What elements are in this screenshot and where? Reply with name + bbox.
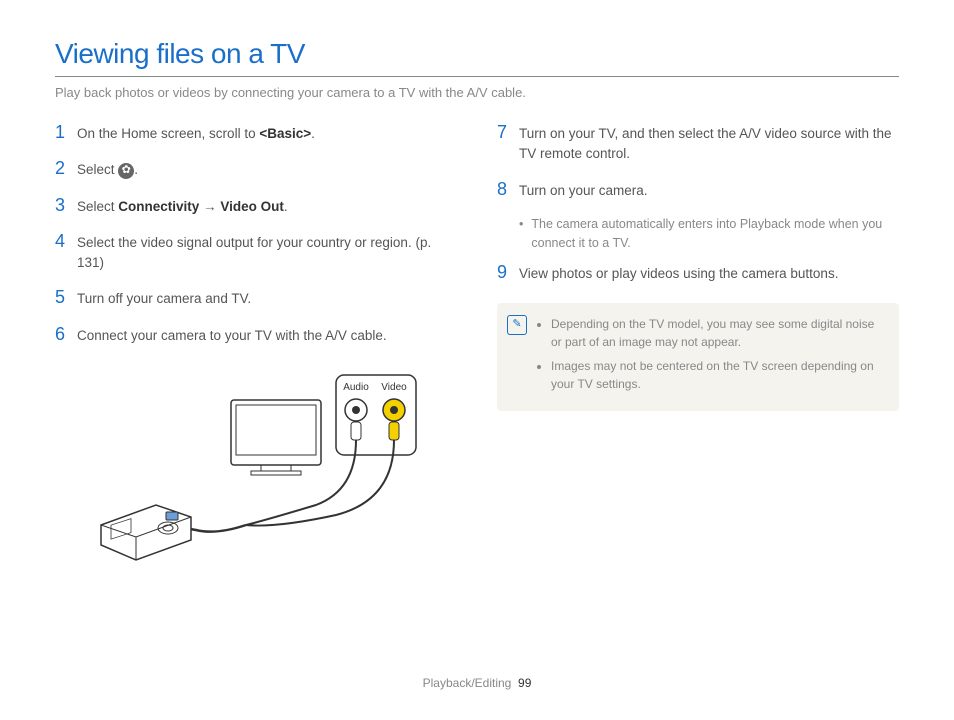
step-text: Select Connectivity → Video Out. — [77, 195, 457, 217]
step-text: On the Home screen, scroll to <Basic>. — [77, 122, 457, 144]
title-underline — [55, 76, 899, 77]
step-1: 1 On the Home screen, scroll to <Basic>. — [55, 122, 457, 144]
step-6: 6 Connect your camera to your TV with th… — [55, 324, 457, 346]
step-3: 3 Select Connectivity → Video Out. — [55, 195, 457, 217]
step-text: Turn off your camera and TV. — [77, 287, 457, 309]
note-item: Images may not be centered on the TV scr… — [551, 357, 885, 393]
right-column: 7 Turn on your TV, and then select the A… — [497, 122, 899, 596]
step-5: 5 Turn off your camera and TV. — [55, 287, 457, 309]
step-text: Turn on your TV, and then select the A/V… — [519, 122, 899, 165]
page-subtitle: Play back photos or videos by connecting… — [55, 85, 899, 100]
step-9: 9 View photos or play videos using the c… — [497, 262, 899, 284]
page-title: Viewing files on a TV — [55, 38, 899, 70]
left-column: 1 On the Home screen, scroll to <Basic>.… — [55, 122, 457, 596]
step-text: Select the video signal output for your … — [77, 231, 457, 274]
step-number: 9 — [497, 262, 519, 284]
step-number: 2 — [55, 158, 77, 180]
step-number: 1 — [55, 122, 77, 144]
step-8: 8 Turn on your camera. — [497, 179, 899, 201]
note-item: Depending on the TV model, you may see s… — [551, 315, 885, 351]
step-number: 5 — [55, 287, 77, 309]
step-number: 8 — [497, 179, 519, 201]
step-2: 2 Select . — [55, 158, 457, 180]
step-7: 7 Turn on your TV, and then select the A… — [497, 122, 899, 165]
step-text: View photos or play videos using the cam… — [519, 262, 899, 284]
step-text: Select . — [77, 158, 457, 180]
step-text: Connect your camera to your TV with the … — [77, 324, 457, 346]
note-icon: ✎ — [507, 315, 527, 335]
video-label: Video — [381, 382, 407, 393]
footer-section: Playback/Editing — [423, 676, 512, 690]
note-box: ✎ Depending on the TV model, you may see… — [497, 303, 899, 411]
step-number: 4 — [55, 231, 77, 274]
audio-label: Audio — [343, 382, 369, 393]
step-number: 7 — [497, 122, 519, 165]
step-number: 3 — [55, 195, 77, 217]
footer-page-number: 99 — [518, 676, 531, 690]
page-footer: Playback/Editing 99 — [0, 676, 954, 690]
connection-diagram: Audio Video — [55, 360, 457, 596]
gear-icon — [118, 163, 134, 179]
step-4: 4 Select the video signal output for you… — [55, 231, 457, 274]
step-text: Turn on your camera. — [519, 179, 899, 201]
bullet-dot: • — [519, 215, 523, 253]
step-number: 6 — [55, 324, 77, 346]
step-8-sub: • The camera automatically enters into P… — [519, 215, 899, 253]
